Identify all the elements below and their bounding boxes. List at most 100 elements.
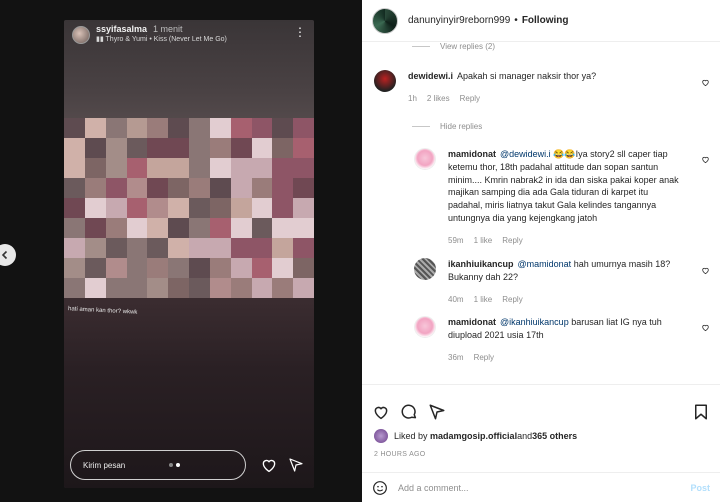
comment-reply-button[interactable]: Reply — [502, 294, 522, 307]
comment-likes[interactable]: 1 like — [474, 294, 493, 307]
comment-likes[interactable]: 2 likes — [427, 93, 450, 106]
mosaic-cell — [272, 218, 294, 238]
comment-username[interactable]: mamidonat — [448, 149, 496, 159]
mosaic-cell — [168, 198, 189, 218]
like-comment-heart-icon[interactable] — [701, 323, 710, 332]
mosaic-cell — [293, 278, 314, 298]
hide-replies-toggle[interactable]: Hide replies — [412, 122, 482, 131]
mosaic-cell — [189, 218, 210, 238]
pixelated-face — [64, 118, 314, 298]
mosaic-cell — [64, 238, 85, 258]
comment-reply-button[interactable]: Reply — [460, 93, 480, 106]
comment-mention[interactable]: @dewidewi.i — [500, 149, 551, 159]
bookmark-icon[interactable] — [692, 403, 710, 421]
mosaic-cell — [105, 218, 127, 238]
emoji-icon[interactable] — [372, 480, 388, 496]
commenter-avatar[interactable] — [414, 316, 436, 338]
mosaic-cell — [147, 258, 169, 278]
like-heart-icon[interactable] — [372, 403, 390, 421]
mosaic-cell — [189, 118, 210, 138]
pagination-dot — [169, 463, 173, 467]
mosaic-cell — [105, 138, 127, 158]
mosaic-cell — [293, 178, 314, 198]
comment-text: 😂😂Iya story2 sll caper tiap ketemu thor,… — [448, 149, 679, 223]
like-comment-heart-icon[interactable] — [701, 155, 710, 164]
mosaic-cell — [84, 118, 106, 138]
mosaic-cell — [251, 198, 273, 218]
story-username: ssyifasalma — [96, 24, 148, 34]
mosaic-cell — [147, 158, 169, 178]
mosaic-cell — [189, 178, 210, 198]
mosaic-cell — [230, 198, 252, 218]
comment-reply-button[interactable]: Reply — [474, 352, 494, 365]
view-replies-toggle[interactable]: View replies (2) — [412, 42, 495, 51]
mosaic-cell — [272, 178, 294, 198]
mosaic-cell — [126, 258, 148, 278]
story-user-line: ssyifasalma 1 menit — [96, 24, 294, 34]
mosaic-cell — [105, 238, 127, 258]
mosaic-cell — [147, 198, 169, 218]
mosaic-cell — [147, 118, 169, 138]
comment-username[interactable]: dewidewi.i — [408, 71, 453, 81]
mosaic-cell — [84, 238, 106, 258]
comment-username[interactable]: mamidonat — [448, 317, 496, 327]
likes-others[interactable]: 365 others — [532, 431, 577, 441]
send-icon — [289, 458, 303, 472]
comment-reply-button[interactable]: Reply — [502, 235, 522, 248]
mosaic-cell — [209, 218, 231, 238]
story-music: ▮▮ Thyro & Yumi • Kiss (Never Let Me Go) — [96, 36, 227, 43]
mosaic-cell — [84, 158, 106, 178]
mosaic-cell — [168, 258, 189, 278]
add-comment-input[interactable]: Add a comment... — [398, 483, 690, 493]
like-comment-heart-icon[interactable] — [701, 266, 710, 275]
likes-prefix: Liked by — [394, 431, 428, 441]
action-bar — [362, 385, 720, 427]
hide-replies-label: Hide replies — [440, 122, 483, 131]
comment-username[interactable]: ikanhiuikancup — [448, 259, 514, 269]
commenter-avatar[interactable] — [414, 258, 436, 280]
comment-mention[interactable]: @mamidonat — [518, 259, 572, 269]
mosaic-cell — [64, 178, 85, 198]
following-button[interactable]: Following — [522, 15, 569, 26]
comment-likes[interactable]: 1 like — [474, 235, 493, 248]
commenter-avatar[interactable] — [414, 148, 436, 170]
reply-item: mamidonat @dewidewi.i 😂😂Iya story2 sll ca… — [414, 148, 680, 248]
mosaic-cell — [230, 178, 252, 198]
more-options-icon: ⋮ — [294, 25, 306, 39]
post-actions: Liked by madamgosip.official and 365 oth… — [362, 384, 720, 502]
liker-username[interactable]: madamgosip.official — [430, 431, 517, 441]
mosaic-cell — [168, 118, 189, 138]
mosaic-cell — [147, 278, 169, 298]
previous-post-button[interactable] — [0, 244, 16, 266]
mosaic-cell — [209, 158, 231, 178]
comment-time: 36m — [448, 352, 464, 362]
instagram-post-viewer: ssyifasalma 1 menit ▮▮ Thyro & Yumi • Kis… — [0, 0, 720, 502]
liker-avatar — [374, 429, 388, 443]
mosaic-cell — [209, 258, 231, 278]
share-send-icon[interactable] — [428, 403, 446, 421]
mosaic-cell — [147, 238, 169, 258]
post-comment-button[interactable]: Post — [690, 483, 710, 493]
author-username[interactable]: danunyinyir9reborn999 — [408, 15, 510, 26]
mosaic-cell — [293, 158, 314, 178]
author-avatar[interactable] — [372, 7, 398, 34]
commenter-avatar[interactable] — [374, 70, 396, 92]
comment-mention[interactable]: @ikanhiuikancup — [500, 317, 569, 327]
mosaic-cell — [168, 138, 189, 158]
reply-item: ikanhiuikancup @mamidonat hah umurnya mas… — [414, 258, 680, 306]
comment-meta: 36m Reply — [448, 352, 680, 365]
mosaic-cell — [272, 278, 294, 298]
mosaic-cell — [168, 218, 189, 238]
mosaic-cell — [251, 118, 273, 138]
mosaic-cell — [126, 118, 148, 138]
like-comment-heart-icon[interactable] — [701, 78, 710, 87]
story-footer: Kirim pesan — [70, 448, 308, 482]
divider-line — [412, 46, 430, 47]
header-separator: • — [514, 15, 518, 26]
comment-bubble-icon[interactable] — [400, 403, 418, 421]
mosaic-cell — [209, 238, 231, 258]
mosaic-cell — [209, 138, 231, 158]
mosaic-cell — [272, 238, 294, 258]
story-avatar — [72, 26, 90, 44]
mosaic-cell — [64, 138, 85, 158]
